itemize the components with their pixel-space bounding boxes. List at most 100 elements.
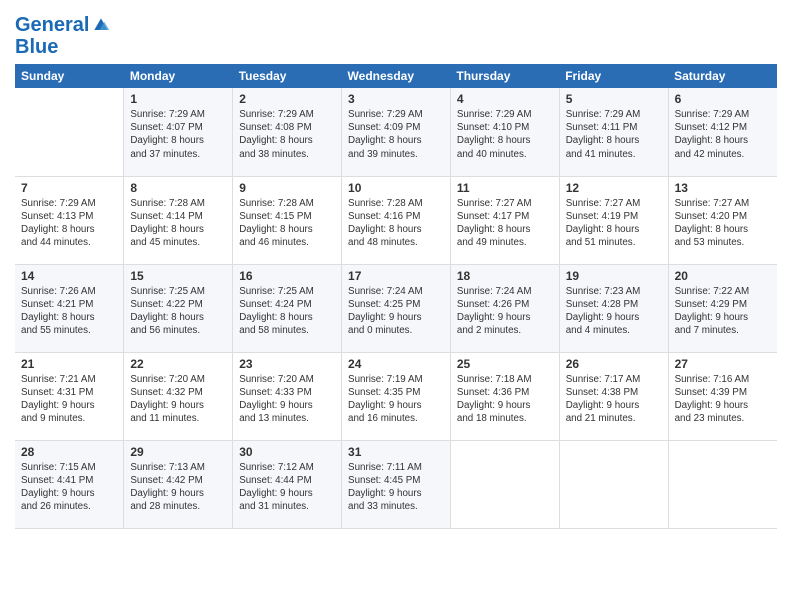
day-cell-3-4: 25 Sunrise: 7:18 AM Sunset: 4:36 PM Dayli…	[450, 352, 559, 440]
day-info: Sunrise: 7:18 AM Sunset: 4:36 PM Dayligh…	[457, 373, 553, 426]
day-number: 20	[675, 269, 771, 283]
day-number: 27	[675, 357, 771, 371]
day-number: 2	[239, 92, 335, 106]
day-number: 22	[130, 357, 226, 371]
day-cell-0-4: 4Sunrise: 7:29 AM Sunset: 4:10 PM Daylig…	[450, 88, 559, 176]
day-number: 9	[239, 181, 335, 195]
day-cell-3-1: 22 Sunrise: 7:20 AM Sunset: 4:32 PM Dayli…	[124, 352, 233, 440]
day-number: 14	[21, 269, 117, 283]
day-cell-4-1: 29Sunrise: 7:13 AM Sunset: 4:42 PM Dayli…	[124, 440, 233, 528]
day-cell-4-6	[668, 440, 777, 528]
day-cell-0-6: 6Sunrise: 7:29 AM Sunset: 4:12 PM Daylig…	[668, 88, 777, 176]
day-info: Sunrise: 7:28 AM Sunset: 4:14 PM Dayligh…	[130, 197, 226, 250]
weekday-header-thursday: Thursday	[450, 64, 559, 88]
day-number: 1	[130, 92, 226, 106]
day-number: 21	[21, 357, 117, 371]
day-info: Sunrise: 7:29 AM Sunset: 4:13 PM Dayligh…	[21, 197, 117, 250]
weekday-header-friday: Friday	[559, 64, 668, 88]
day-info: Sunrise: 7:29 AM Sunset: 4:07 PM Dayligh…	[130, 108, 226, 161]
day-cell-2-1: 15Sunrise: 7:25 AM Sunset: 4:22 PM Dayli…	[124, 264, 233, 352]
weekday-header-sunday: Sunday	[15, 64, 124, 88]
day-info: Sunrise: 7:17 AM Sunset: 4:38 PM Dayligh…	[566, 373, 662, 426]
day-cell-1-0: 7 Sunrise: 7:29 AM Sunset: 4:13 PM Daylig…	[15, 176, 124, 264]
day-number: 24	[348, 357, 444, 371]
logo-blue-text: Blue	[15, 36, 111, 58]
day-number: 18	[457, 269, 553, 283]
weekday-header-monday: Monday	[124, 64, 233, 88]
day-number: 3	[348, 92, 444, 106]
day-info: Sunrise: 7:12 AM Sunset: 4:44 PM Dayligh…	[239, 461, 335, 514]
day-info: Sunrise: 7:28 AM Sunset: 4:16 PM Dayligh…	[348, 197, 444, 250]
day-number: 13	[675, 181, 771, 195]
logo-text: General	[15, 14, 89, 36]
day-cell-3-3: 24 Sunrise: 7:19 AM Sunset: 4:35 PM Dayli…	[342, 352, 451, 440]
day-number: 25	[457, 357, 553, 371]
week-row-1: 7 Sunrise: 7:29 AM Sunset: 4:13 PM Daylig…	[15, 176, 777, 264]
day-number: 31	[348, 445, 444, 459]
day-info: Sunrise: 7:20 AM Sunset: 4:33 PM Dayligh…	[239, 373, 335, 426]
day-cell-3-0: 21 Sunrise: 7:21 AM Sunset: 4:31 PM Dayli…	[15, 352, 124, 440]
page-header: General Blue	[15, 10, 777, 58]
day-number: 30	[239, 445, 335, 459]
day-cell-1-4: 11 Sunrise: 7:27 AM Sunset: 4:17 PM Dayli…	[450, 176, 559, 264]
day-info: Sunrise: 7:21 AM Sunset: 4:31 PM Dayligh…	[21, 373, 117, 426]
logo: General Blue	[15, 14, 111, 58]
day-number: 15	[130, 269, 226, 283]
day-cell-4-4	[450, 440, 559, 528]
day-number: 7	[21, 181, 117, 195]
day-cell-4-3: 31Sunrise: 7:11 AM Sunset: 4:45 PM Dayli…	[342, 440, 451, 528]
day-number: 11	[457, 181, 553, 195]
day-cell-2-2: 16Sunrise: 7:25 AM Sunset: 4:24 PM Dayli…	[233, 264, 342, 352]
day-info: Sunrise: 7:29 AM Sunset: 4:09 PM Dayligh…	[348, 108, 444, 161]
day-number: 8	[130, 181, 226, 195]
week-row-4: 28 Sunrise: 7:15 AM Sunset: 4:41 PM Dayli…	[15, 440, 777, 528]
day-info: Sunrise: 7:23 AM Sunset: 4:28 PM Dayligh…	[566, 285, 662, 338]
day-info: Sunrise: 7:19 AM Sunset: 4:35 PM Dayligh…	[348, 373, 444, 426]
day-info: Sunrise: 7:29 AM Sunset: 4:11 PM Dayligh…	[566, 108, 662, 161]
day-number: 5	[566, 92, 662, 106]
day-number: 28	[21, 445, 117, 459]
logo-icon	[91, 15, 111, 35]
day-number: 12	[566, 181, 662, 195]
day-cell-2-3: 17 Sunrise: 7:24 AM Sunset: 4:25 PM Dayli…	[342, 264, 451, 352]
day-info: Sunrise: 7:27 AM Sunset: 4:20 PM Dayligh…	[675, 197, 771, 250]
weekday-header-row: SundayMondayTuesdayWednesdayThursdayFrid…	[15, 64, 777, 88]
day-number: 26	[566, 357, 662, 371]
day-cell-0-2: 2 Sunrise: 7:29 AM Sunset: 4:08 PM Daylig…	[233, 88, 342, 176]
day-number: 17	[348, 269, 444, 283]
day-cell-1-2: 9 Sunrise: 7:28 AM Sunset: 4:15 PM Daylig…	[233, 176, 342, 264]
day-cell-2-5: 19 Sunrise: 7:23 AM Sunset: 4:28 PM Dayli…	[559, 264, 668, 352]
day-number: 19	[566, 269, 662, 283]
day-cell-4-2: 30 Sunrise: 7:12 AM Sunset: 4:44 PM Dayli…	[233, 440, 342, 528]
page-container: General Blue SundayMondayTuesdayWednesda…	[0, 0, 792, 539]
week-row-3: 21 Sunrise: 7:21 AM Sunset: 4:31 PM Dayli…	[15, 352, 777, 440]
week-row-2: 14 Sunrise: 7:26 AM Sunset: 4:21 PM Dayli…	[15, 264, 777, 352]
calendar-table: SundayMondayTuesdayWednesdayThursdayFrid…	[15, 64, 777, 529]
day-info: Sunrise: 7:28 AM Sunset: 4:15 PM Dayligh…	[239, 197, 335, 250]
day-info: Sunrise: 7:16 AM Sunset: 4:39 PM Dayligh…	[675, 373, 771, 426]
day-info: Sunrise: 7:22 AM Sunset: 4:29 PM Dayligh…	[675, 285, 771, 338]
day-number: 6	[675, 92, 771, 106]
day-cell-0-0	[15, 88, 124, 176]
day-cell-3-6: 27 Sunrise: 7:16 AM Sunset: 4:39 PM Dayli…	[668, 352, 777, 440]
day-info: Sunrise: 7:27 AM Sunset: 4:17 PM Dayligh…	[457, 197, 553, 250]
day-cell-1-1: 8 Sunrise: 7:28 AM Sunset: 4:14 PM Daylig…	[124, 176, 233, 264]
day-cell-1-5: 12Sunrise: 7:27 AM Sunset: 4:19 PM Dayli…	[559, 176, 668, 264]
day-cell-2-4: 18Sunrise: 7:24 AM Sunset: 4:26 PM Dayli…	[450, 264, 559, 352]
weekday-header-wednesday: Wednesday	[342, 64, 451, 88]
day-cell-3-5: 26 Sunrise: 7:17 AM Sunset: 4:38 PM Dayli…	[559, 352, 668, 440]
day-cell-1-6: 13 Sunrise: 7:27 AM Sunset: 4:20 PM Dayli…	[668, 176, 777, 264]
day-number: 4	[457, 92, 553, 106]
day-info: Sunrise: 7:13 AM Sunset: 4:42 PM Dayligh…	[130, 461, 226, 514]
week-row-0: 1 Sunrise: 7:29 AM Sunset: 4:07 PM Daylig…	[15, 88, 777, 176]
day-cell-0-1: 1 Sunrise: 7:29 AM Sunset: 4:07 PM Daylig…	[124, 88, 233, 176]
day-cell-4-0: 28 Sunrise: 7:15 AM Sunset: 4:41 PM Dayli…	[15, 440, 124, 528]
day-number: 16	[239, 269, 335, 283]
day-info: Sunrise: 7:29 AM Sunset: 4:08 PM Dayligh…	[239, 108, 335, 161]
day-cell-4-5	[559, 440, 668, 528]
weekday-header-tuesday: Tuesday	[233, 64, 342, 88]
day-info: Sunrise: 7:15 AM Sunset: 4:41 PM Dayligh…	[21, 461, 117, 514]
day-info: Sunrise: 7:26 AM Sunset: 4:21 PM Dayligh…	[21, 285, 117, 338]
day-info: Sunrise: 7:20 AM Sunset: 4:32 PM Dayligh…	[130, 373, 226, 426]
day-info: Sunrise: 7:24 AM Sunset: 4:25 PM Dayligh…	[348, 285, 444, 338]
